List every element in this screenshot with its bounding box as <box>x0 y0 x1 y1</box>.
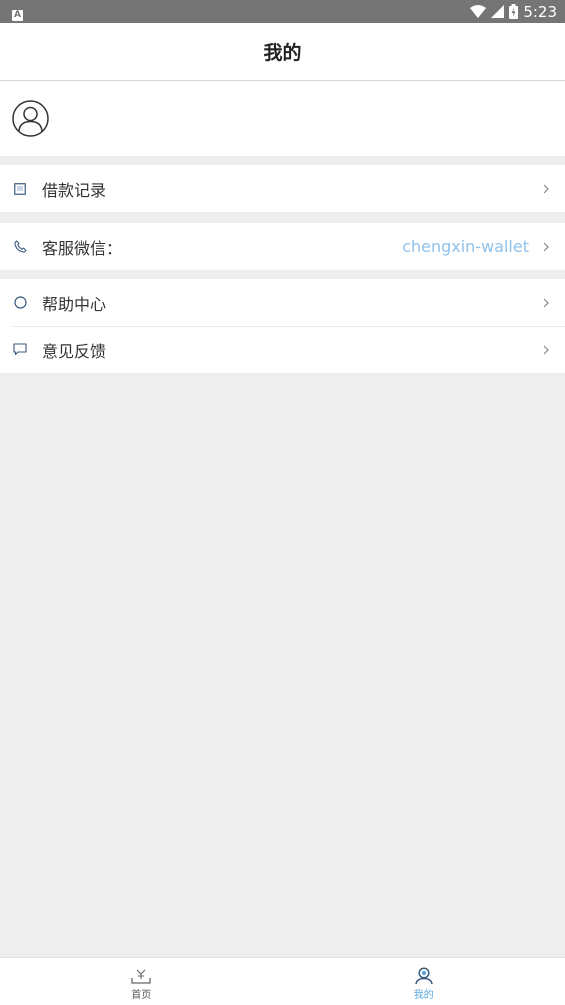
chevron-right-icon <box>543 345 549 354</box>
customer-service-row[interactable]: 客服微信： chengxin-wallet <box>0 223 565 270</box>
battery-icon <box>509 4 519 19</box>
tab-mine[interactable]: 我的 <box>283 958 565 1005</box>
signal-icon <box>491 5 505 18</box>
wechat-id-value[interactable]: chengxin-wallet <box>402 237 529 256</box>
menu-card-service: 客服微信： chengxin-wallet <box>0 223 565 270</box>
tab-home[interactable]: 首页 <box>0 958 283 1005</box>
feedback-label: 意见反馈 <box>42 341 107 361</box>
page-header: 我的 <box>0 23 565 81</box>
circle-icon <box>12 295 28 311</box>
avatar-icon[interactable] <box>12 100 49 137</box>
tab-home-label: 首页 <box>131 989 152 1001</box>
menu-card-records: 借款记录 <box>0 165 565 212</box>
home-icon <box>131 969 151 984</box>
status-bar: A 5:23 <box>0 0 565 23</box>
help-center-label: 帮助中心 <box>42 294 107 314</box>
bottom-tab-bar: 首页 我的 <box>0 957 565 1005</box>
user-icon <box>415 966 433 984</box>
chevron-right-icon <box>543 242 549 251</box>
status-right: 5:23 <box>470 3 557 21</box>
phone-icon <box>12 239 28 255</box>
chevron-right-icon <box>543 298 549 307</box>
loan-records-label: 借款记录 <box>42 180 107 200</box>
wifi-icon <box>470 5 487 18</box>
menu-card-support: 帮助中心 意见反馈 <box>0 279 565 373</box>
tab-mine-label: 我的 <box>413 989 434 1001</box>
status-left: A <box>12 2 23 21</box>
chat-icon <box>12 342 28 358</box>
chevron-right-icon <box>543 184 549 193</box>
profile-section[interactable] <box>0 81 565 156</box>
help-center-row[interactable]: 帮助中心 <box>0 279 565 326</box>
feedback-row[interactable]: 意见反馈 <box>0 326 565 373</box>
loan-records-row[interactable]: 借款记录 <box>0 165 565 212</box>
notification-a-icon: A <box>12 10 23 21</box>
document-icon <box>12 181 28 197</box>
page-title: 我的 <box>263 42 302 64</box>
customer-service-label: 客服微信： <box>42 238 123 258</box>
status-time: 5:23 <box>523 2 557 21</box>
